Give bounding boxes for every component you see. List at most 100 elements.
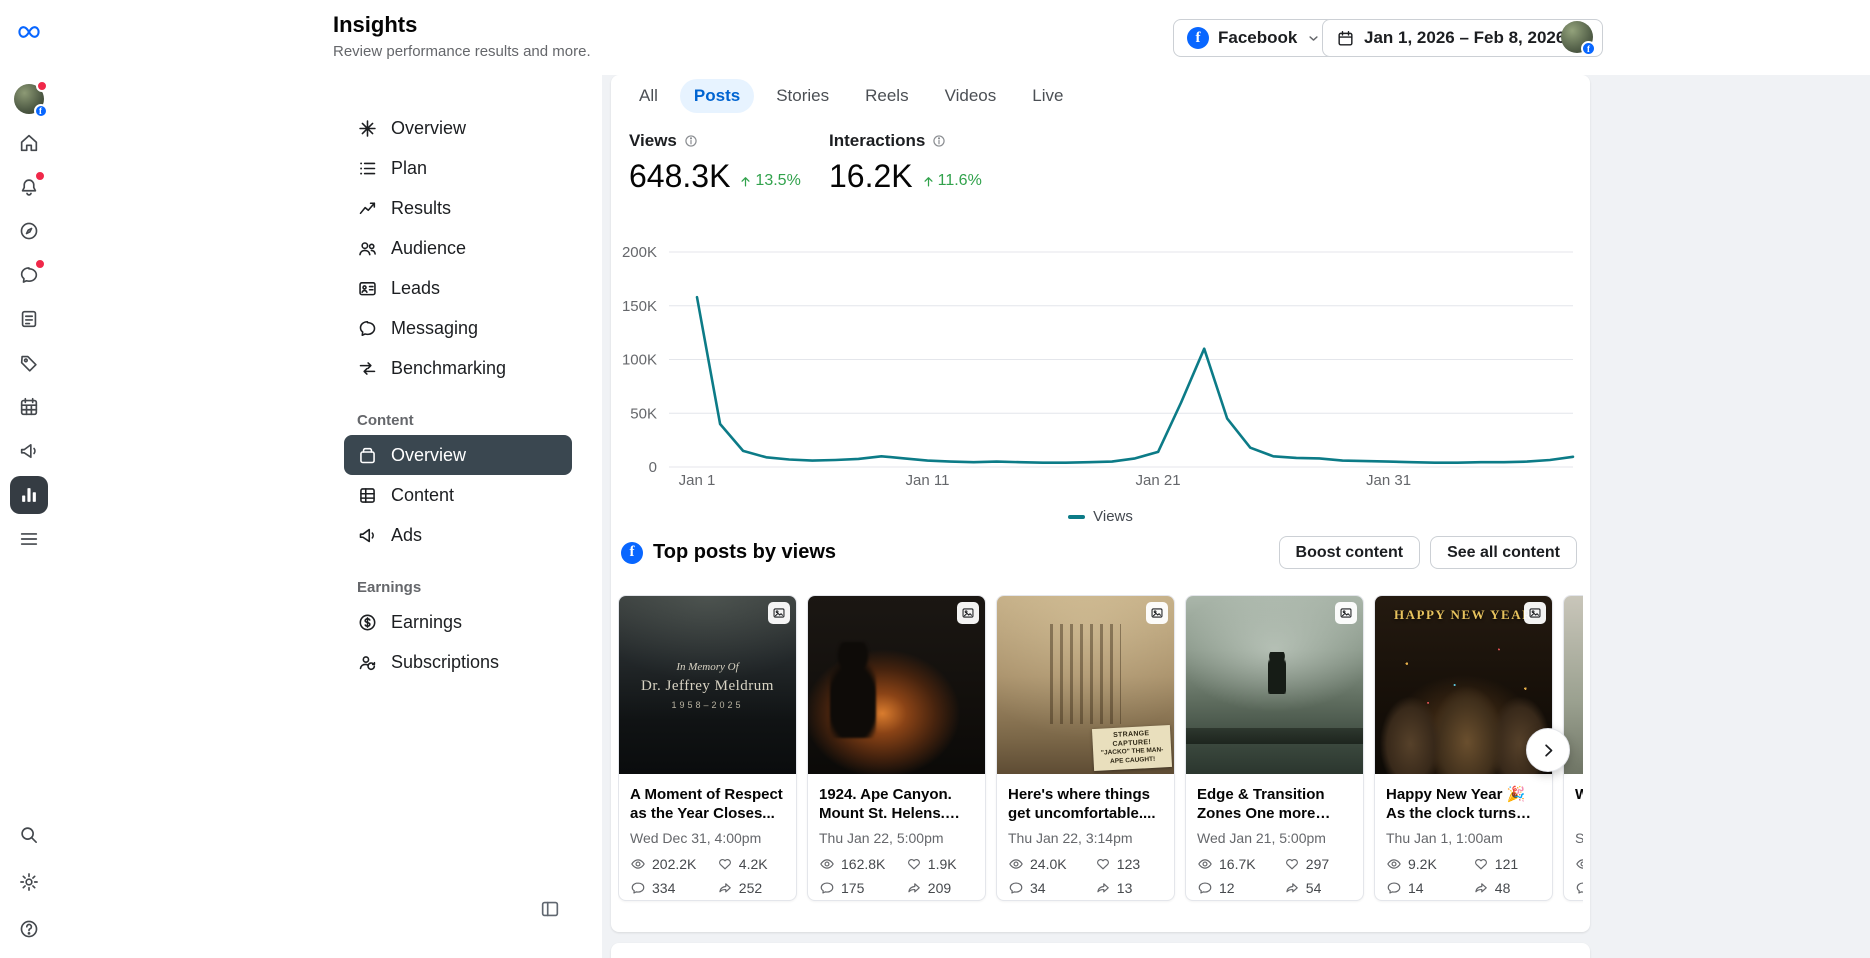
sidebar-item-earnings[interactable]: Earnings [344, 602, 572, 642]
tab-live[interactable]: Live [1018, 79, 1077, 113]
svg-text:150K: 150K [622, 298, 657, 315]
eye-icon [819, 856, 835, 872]
sidebar-item-label: Plan [391, 157, 428, 178]
sidebar-item-ads[interactable]: Ads [344, 515, 572, 555]
post-image: STRANGE CAPTURE! "JACKO" THE MAN-APE CAUG… [997, 596, 1174, 774]
sidebar-item-label: Content [391, 484, 455, 505]
rail-home-button[interactable] [10, 124, 48, 162]
tab-posts[interactable]: Posts [679, 79, 755, 113]
date-range-label: Jan 1, 2026 – Feb 8, 2026 [1364, 28, 1566, 47]
photo-icon [1339, 606, 1353, 620]
settings-button[interactable] [12, 865, 46, 899]
sidebar-item-messaging[interactable]: Messaging [344, 308, 572, 348]
rail-all-tools-button[interactable] [10, 520, 48, 558]
legend-label: Views [1093, 508, 1133, 525]
ads-manager-icon [18, 220, 40, 242]
sidebar-item-overview[interactable]: Overview [344, 435, 572, 475]
comment-icon [1008, 880, 1024, 896]
photo-badge [1524, 602, 1546, 624]
sidebar-item-label: Results [391, 197, 452, 218]
tab-all[interactable]: All [625, 79, 672, 113]
post-card[interactable]: 1924. Ape Canyon. Mount St. Helens. Fiv.… [807, 595, 986, 901]
sidebar-section-title: Content [357, 412, 414, 429]
see-all-content-button[interactable]: See all content [1430, 536, 1577, 569]
views-series-swatch [1068, 514, 1086, 519]
sidebar-item-label: Ads [391, 524, 423, 545]
heart-icon [906, 856, 922, 872]
boost-content-button[interactable]: Boost content [1278, 536, 1421, 569]
post-card[interactable]: STRANGE CAPTURE! "JACKO" THE MAN-APE CAUG… [996, 595, 1175, 901]
heart-icon [1284, 856, 1300, 872]
facebook-icon [621, 541, 643, 564]
views-stat: 16.7K [1197, 856, 1284, 872]
eye-icon [630, 856, 646, 872]
info-icon[interactable] [683, 133, 699, 149]
rail-planner-button[interactable] [10, 388, 48, 426]
post-card[interactable]: In Memory Of Dr. Jeffrey Meldrum 1958–2025… [618, 595, 797, 901]
sidebar-item-plan[interactable]: Plan [344, 148, 572, 188]
comments-stat: 334 [630, 880, 717, 896]
sidebar-collapse-button[interactable] [535, 895, 565, 925]
account-selector[interactable]: Facebook [1173, 19, 1336, 57]
commerce-icon [18, 352, 40, 374]
shares-stat: 13 [1095, 880, 1163, 896]
comments-count: 12 [1219, 880, 1235, 896]
sidebar-item-benchmarking[interactable]: Benchmarking [344, 348, 572, 388]
sidebar-item-results[interactable]: Results [344, 188, 572, 228]
sidebar-item-label: Overview [391, 444, 467, 465]
page-avatar[interactable] [13, 80, 48, 118]
comment-icon [630, 880, 646, 896]
views-line-chart: 0 50K 100K 150K 200K Jan 1 Jan 11 Jan 21 Jan 31 [622, 244, 1575, 489]
info-icon[interactable] [931, 133, 947, 149]
arrow-up-icon [738, 174, 753, 189]
svg-text:50K: 50K [630, 405, 657, 422]
search-button[interactable] [12, 818, 46, 852]
shares-stat: 54 [1284, 880, 1352, 896]
rail-content-button[interactable] [10, 300, 48, 338]
views-metric-label: Views [629, 131, 677, 150]
notification-dot [35, 80, 48, 92]
post-card[interactable]: Edge & Transition Zones One more shar...… [1185, 595, 1364, 901]
rail-notifications-button[interactable] [10, 168, 48, 206]
comment-icon [1575, 880, 1583, 896]
image-text-line: 1958–2025 [671, 699, 744, 710]
post-image [1186, 596, 1363, 774]
rail-insights-button[interactable] [9, 476, 48, 514]
image-text-line: In Memory Of [676, 660, 739, 673]
content-icon [18, 308, 40, 330]
content-grid-icon [357, 485, 378, 506]
sidebar-item-content[interactable]: Content [344, 475, 572, 515]
page-title: Insights [333, 12, 418, 37]
post-date: Wed Dec 31, 4:00pm [630, 830, 762, 846]
facebook-icon [1187, 27, 1209, 49]
help-button[interactable] [12, 912, 46, 946]
views-stat: 24.0K [1008, 856, 1095, 872]
sidebar-item-overview[interactable]: Overview [344, 108, 572, 148]
tab-reels[interactable]: Reels [851, 79, 922, 113]
sidebar-item-subscriptions[interactable]: Subscriptions [344, 642, 572, 682]
rail-commerce-button[interactable] [10, 344, 48, 382]
post-date: Thu Jan 22, 5:00pm [819, 830, 944, 846]
rail-promotions-button[interactable] [10, 432, 48, 470]
eye-icon [1008, 856, 1024, 872]
svg-text:Jan 31: Jan 31 [1366, 472, 1411, 489]
tab-videos[interactable]: Videos [931, 79, 1011, 113]
chevron-right-icon [1539, 741, 1558, 760]
meta-logo[interactable] [13, 20, 45, 44]
earnings-icon [357, 612, 378, 633]
insights-sidebar: Overview Plan Results Audience Leads Messagin… [57, 75, 602, 958]
carousel-next-button[interactable] [1526, 728, 1570, 772]
rail-inbox-button[interactable] [10, 256, 48, 294]
shares-stat: 209 [906, 880, 974, 896]
tab-stories[interactable]: Stories [762, 79, 843, 113]
rail-ads-manager-button[interactable] [10, 212, 48, 250]
profile-avatar[interactable] [1561, 21, 1596, 56]
svg-text:Jan 1: Jan 1 [679, 472, 716, 489]
interactions-metric-value: 16.2K [829, 158, 913, 194]
sidebar-item-leads[interactable]: Leads [344, 268, 572, 308]
sidebar-item-audience[interactable]: Audience [344, 228, 572, 268]
views-stat: 162.8K [819, 856, 906, 872]
comment-icon [819, 880, 835, 896]
settings-icon [18, 871, 40, 893]
views-count: 16.7K [1219, 856, 1256, 872]
